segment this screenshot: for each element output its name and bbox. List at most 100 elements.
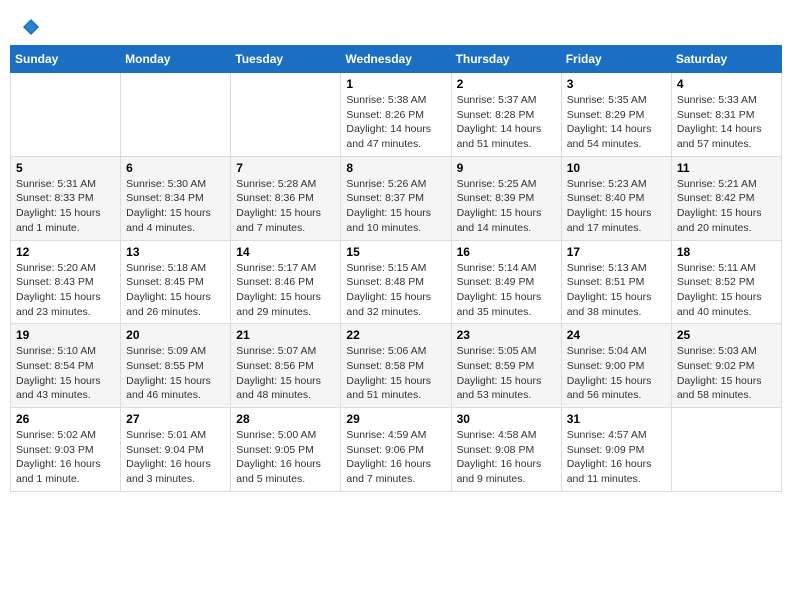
day-info: Sunrise: 5:33 AM Sunset: 8:31 PM Dayligh… bbox=[677, 93, 776, 152]
day-number: 6 bbox=[126, 161, 225, 175]
sunrise-text: Sunrise: 5:10 AM bbox=[16, 345, 96, 357]
daylight-text: Daylight: 15 hours and 20 minutes. bbox=[677, 207, 762, 234]
weekday-header: Monday bbox=[121, 46, 231, 73]
day-info: Sunrise: 5:30 AM Sunset: 8:34 PM Dayligh… bbox=[126, 177, 225, 236]
sunset-text: Sunset: 8:54 PM bbox=[16, 360, 94, 372]
calendar-day-cell: 7 Sunrise: 5:28 AM Sunset: 8:36 PM Dayli… bbox=[231, 156, 341, 240]
sunrise-text: Sunrise: 5:13 AM bbox=[567, 262, 647, 274]
day-number: 15 bbox=[346, 245, 445, 259]
day-number: 10 bbox=[567, 161, 666, 175]
daylight-text: Daylight: 16 hours and 3 minutes. bbox=[126, 458, 211, 485]
header bbox=[10, 10, 782, 45]
sunrise-text: Sunrise: 5:25 AM bbox=[457, 178, 537, 190]
calendar-day-cell: 8 Sunrise: 5:26 AM Sunset: 8:37 PM Dayli… bbox=[341, 156, 451, 240]
day-number: 26 bbox=[16, 412, 115, 426]
sunset-text: Sunset: 8:56 PM bbox=[236, 360, 314, 372]
day-info: Sunrise: 4:59 AM Sunset: 9:06 PM Dayligh… bbox=[346, 428, 445, 487]
daylight-text: Daylight: 14 hours and 57 minutes. bbox=[677, 123, 762, 150]
sunset-text: Sunset: 8:42 PM bbox=[677, 192, 755, 204]
sunrise-text: Sunrise: 4:58 AM bbox=[457, 429, 537, 441]
day-number: 2 bbox=[457, 77, 556, 91]
day-number: 7 bbox=[236, 161, 335, 175]
day-number: 28 bbox=[236, 412, 335, 426]
day-info: Sunrise: 5:03 AM Sunset: 9:02 PM Dayligh… bbox=[677, 344, 776, 403]
day-info: Sunrise: 5:15 AM Sunset: 8:48 PM Dayligh… bbox=[346, 261, 445, 320]
day-number: 22 bbox=[346, 328, 445, 342]
day-number: 31 bbox=[567, 412, 666, 426]
day-number: 25 bbox=[677, 328, 776, 342]
daylight-text: Daylight: 15 hours and 43 minutes. bbox=[16, 375, 101, 402]
calendar-day-cell bbox=[121, 73, 231, 157]
calendar-day-cell: 10 Sunrise: 5:23 AM Sunset: 8:40 PM Dayl… bbox=[561, 156, 671, 240]
calendar-day-cell: 27 Sunrise: 5:01 AM Sunset: 9:04 PM Dayl… bbox=[121, 408, 231, 492]
day-info: Sunrise: 5:20 AM Sunset: 8:43 PM Dayligh… bbox=[16, 261, 115, 320]
day-number: 17 bbox=[567, 245, 666, 259]
calendar-day-cell: 5 Sunrise: 5:31 AM Sunset: 8:33 PM Dayli… bbox=[11, 156, 121, 240]
day-number: 19 bbox=[16, 328, 115, 342]
sunset-text: Sunset: 8:29 PM bbox=[567, 109, 645, 121]
day-number: 21 bbox=[236, 328, 335, 342]
daylight-text: Daylight: 15 hours and 38 minutes. bbox=[567, 291, 652, 318]
calendar-day-cell: 14 Sunrise: 5:17 AM Sunset: 8:46 PM Dayl… bbox=[231, 240, 341, 324]
day-info: Sunrise: 5:37 AM Sunset: 8:28 PM Dayligh… bbox=[457, 93, 556, 152]
sunset-text: Sunset: 9:08 PM bbox=[457, 444, 535, 456]
calendar-day-cell: 9 Sunrise: 5:25 AM Sunset: 8:39 PM Dayli… bbox=[451, 156, 561, 240]
sunset-text: Sunset: 9:06 PM bbox=[346, 444, 424, 456]
calendar-day-cell: 30 Sunrise: 4:58 AM Sunset: 9:08 PM Dayl… bbox=[451, 408, 561, 492]
sunset-text: Sunset: 8:46 PM bbox=[236, 276, 314, 288]
calendar-day-cell: 6 Sunrise: 5:30 AM Sunset: 8:34 PM Dayli… bbox=[121, 156, 231, 240]
calendar-week-row: 1 Sunrise: 5:38 AM Sunset: 8:26 PM Dayli… bbox=[11, 73, 782, 157]
sunrise-text: Sunrise: 5:05 AM bbox=[457, 345, 537, 357]
calendar-day-cell bbox=[11, 73, 121, 157]
sunrise-text: Sunrise: 5:33 AM bbox=[677, 94, 757, 106]
day-info: Sunrise: 5:00 AM Sunset: 9:05 PM Dayligh… bbox=[236, 428, 335, 487]
calendar-day-cell: 15 Sunrise: 5:15 AM Sunset: 8:48 PM Dayl… bbox=[341, 240, 451, 324]
day-info: Sunrise: 5:06 AM Sunset: 8:58 PM Dayligh… bbox=[346, 344, 445, 403]
day-info: Sunrise: 5:26 AM Sunset: 8:37 PM Dayligh… bbox=[346, 177, 445, 236]
daylight-text: Daylight: 15 hours and 7 minutes. bbox=[236, 207, 321, 234]
daylight-text: Daylight: 15 hours and 29 minutes. bbox=[236, 291, 321, 318]
sunset-text: Sunset: 9:03 PM bbox=[16, 444, 94, 456]
day-info: Sunrise: 5:13 AM Sunset: 8:51 PM Dayligh… bbox=[567, 261, 666, 320]
calendar-day-cell: 25 Sunrise: 5:03 AM Sunset: 9:02 PM Dayl… bbox=[671, 324, 781, 408]
sunset-text: Sunset: 8:48 PM bbox=[346, 276, 424, 288]
sunrise-text: Sunrise: 5:20 AM bbox=[16, 262, 96, 274]
calendar-day-cell: 12 Sunrise: 5:20 AM Sunset: 8:43 PM Dayl… bbox=[11, 240, 121, 324]
day-number: 16 bbox=[457, 245, 556, 259]
day-info: Sunrise: 5:38 AM Sunset: 8:26 PM Dayligh… bbox=[346, 93, 445, 152]
daylight-text: Daylight: 15 hours and 32 minutes. bbox=[346, 291, 431, 318]
sunrise-text: Sunrise: 5:02 AM bbox=[16, 429, 96, 441]
day-number: 1 bbox=[346, 77, 445, 91]
day-number: 27 bbox=[126, 412, 225, 426]
weekday-header: Saturday bbox=[671, 46, 781, 73]
daylight-text: Daylight: 15 hours and 17 minutes. bbox=[567, 207, 652, 234]
calendar-day-cell bbox=[231, 73, 341, 157]
daylight-text: Daylight: 15 hours and 53 minutes. bbox=[457, 375, 542, 402]
calendar-week-row: 26 Sunrise: 5:02 AM Sunset: 9:03 PM Dayl… bbox=[11, 408, 782, 492]
daylight-text: Daylight: 15 hours and 1 minute. bbox=[16, 207, 101, 234]
sunrise-text: Sunrise: 5:37 AM bbox=[457, 94, 537, 106]
day-number: 23 bbox=[457, 328, 556, 342]
sunrise-text: Sunrise: 5:11 AM bbox=[677, 262, 756, 274]
sunset-text: Sunset: 8:40 PM bbox=[567, 192, 645, 204]
daylight-text: Daylight: 15 hours and 35 minutes. bbox=[457, 291, 542, 318]
daylight-text: Daylight: 16 hours and 11 minutes. bbox=[567, 458, 652, 485]
sunset-text: Sunset: 8:39 PM bbox=[457, 192, 535, 204]
sunset-text: Sunset: 9:02 PM bbox=[677, 360, 755, 372]
calendar-day-cell: 19 Sunrise: 5:10 AM Sunset: 8:54 PM Dayl… bbox=[11, 324, 121, 408]
daylight-text: Daylight: 15 hours and 51 minutes. bbox=[346, 375, 431, 402]
calendar-week-row: 12 Sunrise: 5:20 AM Sunset: 8:43 PM Dayl… bbox=[11, 240, 782, 324]
weekday-header: Thursday bbox=[451, 46, 561, 73]
day-info: Sunrise: 4:57 AM Sunset: 9:09 PM Dayligh… bbox=[567, 428, 666, 487]
sunset-text: Sunset: 8:33 PM bbox=[16, 192, 94, 204]
sunrise-text: Sunrise: 5:31 AM bbox=[16, 178, 96, 190]
day-number: 3 bbox=[567, 77, 666, 91]
calendar-day-cell: 22 Sunrise: 5:06 AM Sunset: 8:58 PM Dayl… bbox=[341, 324, 451, 408]
day-number: 5 bbox=[16, 161, 115, 175]
day-info: Sunrise: 5:21 AM Sunset: 8:42 PM Dayligh… bbox=[677, 177, 776, 236]
calendar-day-cell: 31 Sunrise: 4:57 AM Sunset: 9:09 PM Dayl… bbox=[561, 408, 671, 492]
daylight-text: Daylight: 15 hours and 56 minutes. bbox=[567, 375, 652, 402]
sunrise-text: Sunrise: 5:21 AM bbox=[677, 178, 757, 190]
sunset-text: Sunset: 8:34 PM bbox=[126, 192, 204, 204]
day-number: 9 bbox=[457, 161, 556, 175]
